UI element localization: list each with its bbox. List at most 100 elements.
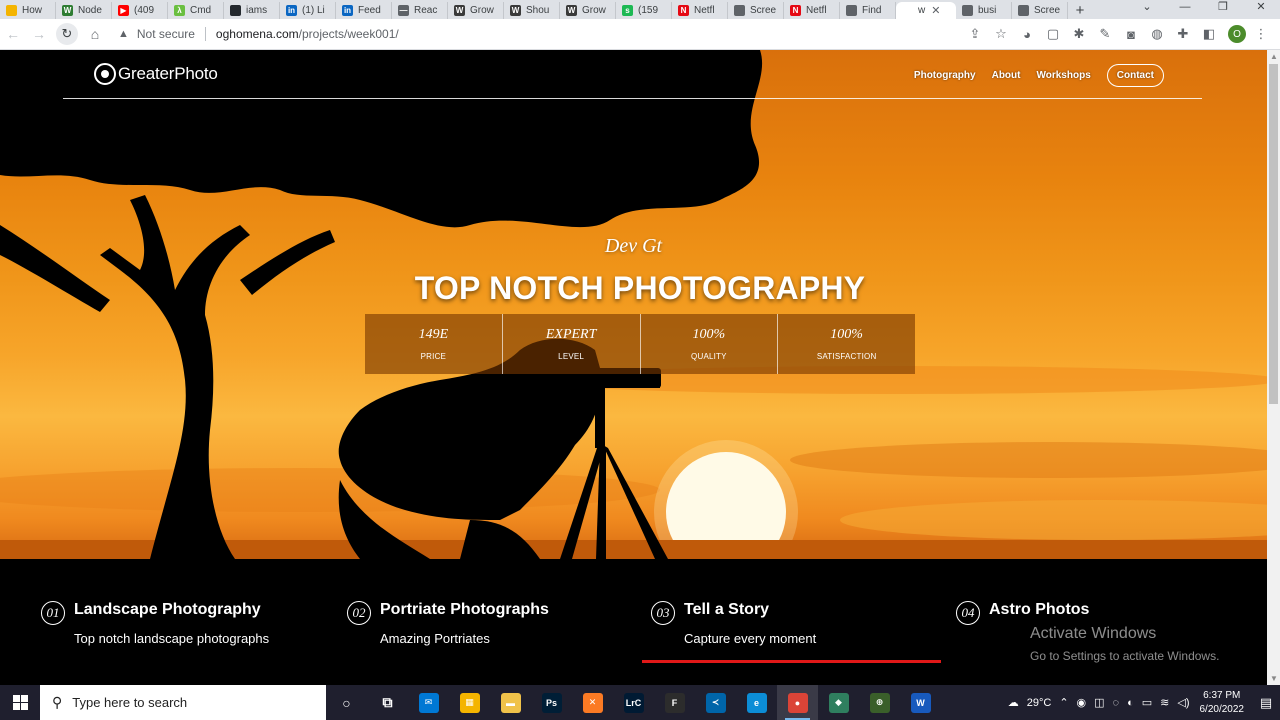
site-header: GreaterPhoto Photography About Workshops…: [0, 50, 1267, 100]
taskbar-cortana-button[interactable]: ○: [326, 685, 367, 720]
bookmark-star-icon[interactable]: ☆: [990, 23, 1012, 45]
site-logo[interactable]: GreaterPhoto: [94, 63, 218, 85]
stat-label: SATISFACTION: [816, 352, 877, 361]
taskbar-sourcetree-button[interactable]: ◆: [818, 685, 859, 720]
scroll-down-icon[interactable]: ▼: [1270, 674, 1278, 683]
stat-label: PRICE: [420, 352, 447, 361]
taskbar-mail-button[interactable]: ✉: [408, 685, 449, 720]
tray-app-icon[interactable]: ◫: [1094, 696, 1104, 709]
browser-tab[interactable]: — Reac: [392, 2, 448, 19]
browser-tab[interactable]: W Grow: [560, 2, 616, 19]
url-path[interactable]: /projects/week001/: [299, 27, 399, 41]
feature-text: Top notch landscape photographs: [74, 631, 270, 646]
profile-avatar[interactable]: O: [1228, 25, 1246, 43]
browser-tab[interactable]: W Grow: [448, 2, 504, 19]
taskbar-vscode-button[interactable]: ≺: [695, 685, 736, 720]
browser-tab[interactable]: Find: [840, 2, 896, 19]
browser-tab[interactable]: N Netfl: [672, 2, 728, 19]
extension-square-icon[interactable]: ▢: [1042, 23, 1064, 45]
browser-tab[interactable]: ▶ (409: [112, 2, 168, 19]
share-icon[interactable]: ⇪: [964, 23, 986, 45]
back-icon[interactable]: ←: [0, 26, 26, 42]
forward-icon[interactable]: →: [26, 26, 52, 42]
extension-eyedropper-icon[interactable]: ✎: [1094, 23, 1116, 45]
taskbar-file-explorer-button[interactable]: ▬: [490, 685, 531, 720]
feature-number: 03: [651, 601, 675, 625]
nav-link-about[interactable]: About: [992, 70, 1021, 81]
browser-tab[interactable]: N Netfl: [784, 2, 840, 19]
extension-bug-icon[interactable]: ✱: [1068, 23, 1090, 45]
page-scrollbar[interactable]: ▲ ▼: [1267, 50, 1280, 685]
minimize-icon[interactable]: —: [1166, 0, 1204, 19]
taskbar-xampp-button[interactable]: ✕: [572, 685, 613, 720]
extension-camera-icon[interactable]: ◙: [1120, 23, 1142, 45]
browser-tab[interactable]: Scree: [728, 2, 784, 19]
tray-app-icon[interactable]: ◐: [1127, 697, 1134, 709]
extension-owl-icon[interactable]: ◕: [1016, 23, 1038, 45]
taskbar-photoshop-button[interactable]: Ps: [531, 685, 572, 720]
browser-tab[interactable]: How: [0, 2, 56, 19]
browser-tab[interactable]: in Feed: [336, 2, 392, 19]
browser-tab[interactable]: in (1) Li: [280, 2, 336, 19]
browser-tab[interactable]: s (159: [616, 2, 672, 19]
tab-title: busi: [978, 5, 997, 16]
taskbar-clock[interactable]: 6:37 PM 6/20/2022: [1200, 689, 1245, 717]
taskbar-app-green-button[interactable]: ⊕: [859, 685, 900, 720]
tab-close-icon[interactable]: ✕: [931, 4, 940, 17]
browser-tab[interactable]: iams: [224, 2, 280, 19]
browser-tab[interactable]: busi: [956, 2, 1012, 19]
warning-icon[interactable]: ▲: [118, 28, 129, 40]
scrollbar-thumb[interactable]: [1269, 64, 1278, 404]
nav-link-photography[interactable]: Photography: [914, 70, 976, 81]
browser-tab[interactable]: w ✕: [896, 2, 956, 19]
taskbar-chrome-button[interactable]: ●: [777, 685, 818, 720]
new-tab-button[interactable]: +: [1068, 2, 1092, 19]
tray-app-icon[interactable]: ◉: [1077, 696, 1087, 709]
browser-tab[interactable]: W Shou: [504, 2, 560, 19]
browser-tab[interactable]: λ Cmd: [168, 2, 224, 19]
browser-tab[interactable]: W Node: [56, 2, 112, 19]
extension-globe-icon[interactable]: ◍: [1146, 23, 1168, 45]
taskbar-task-view-button[interactable]: ⧉: [367, 685, 408, 720]
battery-icon[interactable]: ▭: [1142, 696, 1152, 709]
extensions-puzzle-icon[interactable]: ✚: [1172, 23, 1194, 45]
weather-cloud-icon[interactable]: ☁: [1008, 696, 1019, 709]
photoshop-icon: Ps: [541, 692, 562, 713]
contact-button[interactable]: Contact: [1106, 64, 1164, 87]
home-icon[interactable]: ⌂: [82, 26, 108, 42]
taskbar-store-button[interactable]: ▦: [449, 685, 490, 720]
tab-favicon-icon: s: [622, 5, 633, 16]
reload-icon[interactable]: ↻: [56, 23, 78, 45]
taskbar-search[interactable]: ⚲ Type here to search: [40, 685, 326, 720]
close-window-icon[interactable]: ✕: [1242, 0, 1280, 19]
tab-title: Node: [78, 5, 102, 16]
taskbar-lightroom-button[interactable]: LrC: [613, 685, 654, 720]
hero-subtitle: Dev Gt: [604, 235, 663, 257]
taskbar-word-button[interactable]: W: [900, 685, 941, 720]
side-panel-icon[interactable]: ◧: [1198, 23, 1220, 45]
notifications-icon[interactable]: ▤: [1252, 695, 1280, 711]
nav-link-workshops[interactable]: Workshops: [1036, 70, 1090, 81]
security-label[interactable]: Not secure: [137, 27, 195, 41]
url-host[interactable]: oghomena.com: [216, 27, 299, 41]
browser-tab[interactable]: Scree: [1012, 2, 1068, 19]
feature-text: Amazing Portriates: [380, 631, 490, 646]
scroll-up-icon[interactable]: ▲: [1270, 52, 1278, 61]
tray-app-icon[interactable]: ◌: [1113, 697, 1120, 709]
restore-icon[interactable]: ❐: [1204, 0, 1242, 19]
weather-temp[interactable]: 29°C: [1027, 697, 1052, 709]
tray-expand-icon[interactable]: ⌃: [1059, 696, 1068, 709]
volume-icon[interactable]: ◁): [1177, 696, 1189, 709]
url-omnibox[interactable]: ▲ Not secure oghomena.com/projects/week0…: [118, 22, 942, 46]
taskbar-figma-button[interactable]: F: [654, 685, 695, 720]
tab-search-icon[interactable]: ⌄: [1128, 0, 1166, 19]
stat-value: 100%: [692, 327, 726, 342]
windows-taskbar: ⚲ Type here to search ○ ⧉ ✉ ▦ ▬ Ps ✕ LrC F ≺ e ● ◆ ⊕ W…: [0, 685, 1280, 720]
tab-favicon-icon: [902, 5, 913, 16]
tab-title: (1) Li: [302, 5, 325, 16]
menu-kebab-icon[interactable]: ⋮: [1250, 23, 1272, 45]
wifi-icon[interactable]: ≋: [1160, 696, 1169, 709]
stat-level: EXPERT LEVEL: [503, 314, 641, 374]
start-button[interactable]: [0, 685, 40, 720]
taskbar-edge-button[interactable]: e: [736, 685, 777, 720]
